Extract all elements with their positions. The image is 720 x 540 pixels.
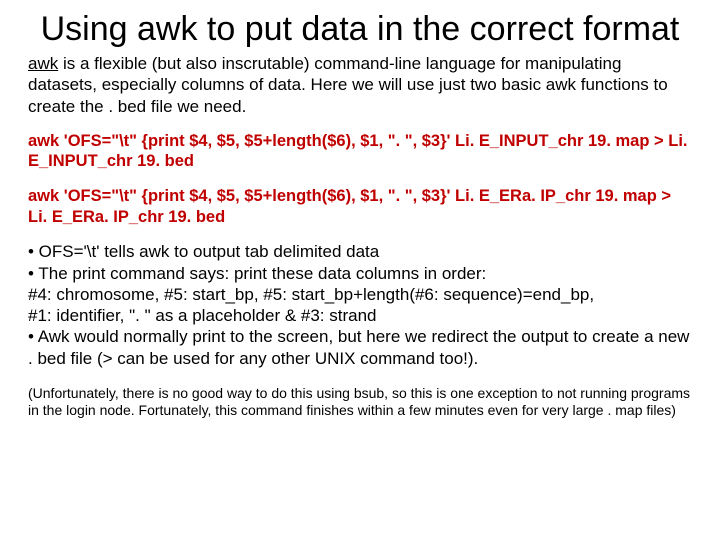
intro-paragraph: awk is a flexible (but also inscrutable)… [28, 53, 692, 117]
bullet-ofs: • OFS='\t' tells awk to output tab delim… [28, 241, 692, 262]
bullet-columns-1: #4: chromosome, #5: start_bp, #5: start_… [28, 284, 692, 305]
slide: Using awk to put data in the correct for… [0, 0, 720, 540]
footnote: (Unfortunately, there is no good way to … [28, 385, 692, 419]
bullet-columns-2: #1: identifier, ". " as a placeholder & … [28, 305, 692, 326]
awk-command-1: awk 'OFS="\t" {print $4, $5, $5+length($… [28, 131, 692, 172]
bullet-explanation: • OFS='\t' tells awk to output tab delim… [28, 241, 692, 369]
bullet-print: • The print command says: print these da… [28, 263, 692, 284]
awk-command-2: awk 'OFS="\t" {print $4, $5, $5+length($… [28, 186, 692, 227]
bullet-redirect: • Awk would normally print to the screen… [28, 326, 692, 369]
slide-title: Using awk to put data in the correct for… [28, 10, 692, 49]
